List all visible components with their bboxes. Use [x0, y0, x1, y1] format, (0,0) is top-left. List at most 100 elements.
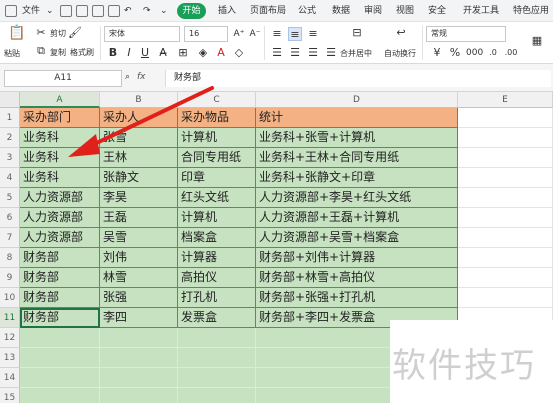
table-cell[interactable]: 人力资源部 [20, 208, 100, 228]
table-cell[interactable]: 合同专用纸 [178, 148, 256, 168]
table-cell[interactable]: 计算器 [178, 248, 256, 268]
empty-cell[interactable] [100, 368, 178, 388]
font-name-select[interactable]: 宋体 [104, 26, 180, 42]
tab-start[interactable]: 开始 [177, 3, 206, 19]
empty-cell[interactable] [178, 348, 256, 368]
empty-cell[interactable] [178, 388, 256, 403]
table-header-cell[interactable]: 采办部门 [20, 108, 100, 128]
table-cell[interactable]: 业务科 [20, 128, 100, 148]
align-bottom-icon[interactable]: ≡ [306, 27, 320, 41]
row-header-2[interactable]: 2 [0, 128, 20, 148]
table-cell[interactable]: 财务部 [20, 288, 100, 308]
tab-data[interactable]: 数据 [332, 3, 350, 19]
align-center-icon[interactable]: ☰ [288, 46, 302, 60]
empty-cell[interactable] [100, 388, 178, 403]
table-cell[interactable]: 业务科 [20, 148, 100, 168]
row-header-7[interactable]: 7 [0, 228, 20, 248]
row-header-1[interactable]: 1 [0, 108, 20, 128]
empty-cell[interactable] [178, 368, 256, 388]
scissors-icon[interactable]: ✂ [34, 26, 48, 40]
empty-cell[interactable] [20, 328, 100, 348]
empty-cell[interactable] [20, 348, 100, 368]
tab-formula[interactable]: 公式 [298, 3, 316, 19]
underline-button[interactable]: U [138, 46, 152, 60]
table-cell[interactable]: 档案盒 [178, 228, 256, 248]
row-header-10[interactable]: 10 [0, 288, 20, 308]
column-header-d[interactable]: D [256, 92, 458, 108]
table-cell[interactable]: 人力资源部+吴雪+档案盒 [256, 228, 458, 248]
empty-cell[interactable] [20, 388, 100, 403]
table-cell[interactable]: 计算机 [178, 128, 256, 148]
empty-cell[interactable] [458, 268, 553, 288]
undo-icon[interactable]: ↶ [124, 3, 132, 19]
table-cell[interactable]: 张静文 [100, 168, 178, 188]
merge-icon[interactable]: ⊟ [350, 26, 364, 40]
table-cell[interactable]: 刘伟 [100, 248, 178, 268]
empty-cell[interactable] [458, 228, 553, 248]
font-color-icon[interactable]: A [214, 46, 228, 60]
row-header-12[interactable]: 12 [0, 328, 20, 348]
row-header-8[interactable]: 8 [0, 248, 20, 268]
font-size-select[interactable]: 16 [184, 26, 228, 42]
bold-button[interactable]: B [106, 46, 120, 60]
more-options-icon[interactable]: ▦ [530, 34, 544, 48]
table-cell[interactable]: 人力资源部+王磊+计算机 [256, 208, 458, 228]
empty-cell[interactable] [458, 208, 553, 228]
fill-color-icon[interactable]: ◈ [196, 46, 210, 60]
table-cell[interactable]: 王磊 [100, 208, 178, 228]
table-cell[interactable]: 打孔机 [178, 288, 256, 308]
auto-wrap-button[interactable]: 自动换行 [384, 48, 416, 59]
empty-cell[interactable] [100, 328, 178, 348]
percent-icon[interactable]: % [448, 46, 462, 60]
table-cell[interactable]: 计算机 [178, 208, 256, 228]
table-cell[interactable]: 发票盒 [178, 308, 256, 328]
table-cell[interactable]: 王林 [100, 148, 178, 168]
table-cell[interactable]: 财务部+林雪+高拍仪 [256, 268, 458, 288]
table-cell[interactable]: 业务科+张静文+印章 [256, 168, 458, 188]
preview-icon[interactable] [108, 5, 120, 17]
currency-icon[interactable]: ¥ [430, 46, 444, 60]
table-cell[interactable]: 财务部+张强+打孔机 [256, 288, 458, 308]
tab-security[interactable]: 安全 [428, 3, 446, 19]
menu-icon[interactable] [5, 5, 17, 17]
align-top-icon[interactable]: ≡ [270, 27, 284, 41]
export-icon[interactable] [76, 5, 88, 17]
empty-cell[interactable] [458, 148, 553, 168]
copy-button[interactable]: 复制 [50, 47, 66, 58]
magnifier-icon[interactable]: ⌕ [125, 72, 130, 82]
thousands-icon[interactable]: 000 [466, 46, 483, 60]
empty-cell[interactable] [100, 348, 178, 368]
format-painter-icon[interactable]: 🖌 [68, 26, 82, 40]
font-shrink-icon[interactable]: A⁻ [248, 27, 262, 41]
column-header-b[interactable]: B [100, 92, 178, 108]
table-cell[interactable]: 业务科+王林+合同专用纸 [256, 148, 458, 168]
column-header-e[interactable]: E [458, 92, 553, 108]
empty-cell[interactable] [458, 108, 553, 128]
row-header-4[interactable]: 4 [0, 168, 20, 188]
empty-cell[interactable] [458, 288, 553, 308]
paste-icon[interactable]: 📋 [8, 26, 25, 40]
number-format-select[interactable]: 常规 [426, 26, 506, 42]
font-grow-icon[interactable]: A⁺ [232, 27, 246, 41]
table-cell[interactable]: 人力资源部+李昊+红头文纸 [256, 188, 458, 208]
table-cell[interactable]: 财务部 [20, 308, 100, 328]
table-cell[interactable]: 吴雪 [100, 228, 178, 248]
table-cell[interactable]: 林雪 [100, 268, 178, 288]
table-cell[interactable]: 人力资源部 [20, 188, 100, 208]
decrease-decimal-icon[interactable]: .00 [504, 46, 518, 60]
align-left-icon[interactable]: ☰ [270, 46, 284, 60]
empty-cell[interactable] [458, 188, 553, 208]
row-header-3[interactable]: 3 [0, 148, 20, 168]
formula-input[interactable]: 财务部 [165, 70, 551, 87]
table-cell[interactable]: 高拍仪 [178, 268, 256, 288]
table-cell[interactable]: 财务部 [20, 268, 100, 288]
tab-view[interactable]: 视图 [396, 3, 414, 19]
empty-cell[interactable] [458, 128, 553, 148]
wrap-icon[interactable]: ↩ [394, 26, 408, 40]
italic-button[interactable]: I [122, 46, 136, 60]
fx-icon[interactable]: fx [137, 72, 146, 82]
copy-icon[interactable]: ⧉ [34, 44, 48, 58]
row-header-5[interactable]: 5 [0, 188, 20, 208]
merge-center-button[interactable]: 合并居中 [340, 48, 372, 59]
save-icon[interactable] [60, 5, 72, 17]
